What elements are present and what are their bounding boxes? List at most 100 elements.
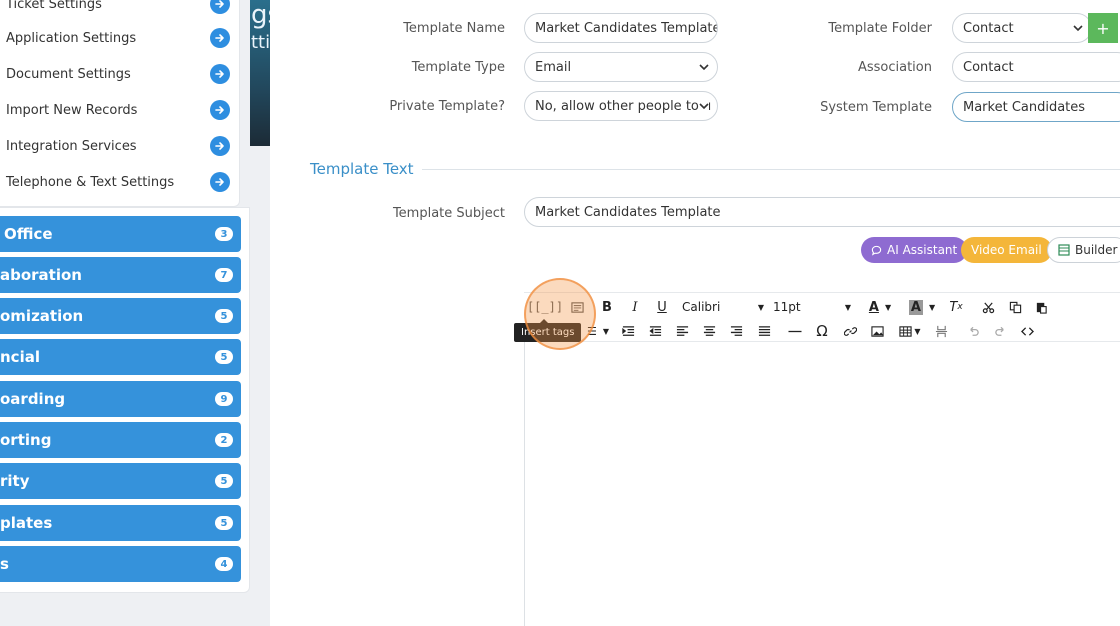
setting-item-ticket[interactable]: Ticket Settings bbox=[6, 0, 230, 16]
sidebar: Ticket Settings Application Settings Doc… bbox=[0, 0, 250, 626]
indent-icon[interactable] bbox=[619, 322, 637, 340]
copy-icon[interactable] bbox=[1006, 298, 1024, 316]
private-template-value: No, allow other people to u bbox=[535, 98, 712, 114]
plus-icon: + bbox=[1096, 18, 1110, 38]
outdent-icon[interactable] bbox=[646, 322, 664, 340]
special-character-icon[interactable]: Ω bbox=[813, 322, 831, 340]
builder-label: Builder bbox=[1075, 243, 1118, 257]
caret-down-icon: ▼ bbox=[928, 302, 936, 312]
category-onboarding[interactable]: oarding 9 bbox=[0, 381, 241, 417]
category-label: Office bbox=[4, 225, 53, 243]
category-customization[interactable]: omization 5 bbox=[0, 298, 241, 334]
association-input[interactable]: Contact bbox=[952, 52, 1120, 82]
setting-label: Integration Services bbox=[6, 138, 137, 154]
template-folder-value: Contact bbox=[963, 20, 1014, 36]
page-break-icon[interactable] bbox=[932, 322, 950, 340]
category-templates[interactable]: plates 5 bbox=[0, 505, 241, 541]
caret-down-icon: ▼ bbox=[844, 302, 851, 312]
association-value: Contact bbox=[963, 59, 1014, 75]
association-label: Association bbox=[857, 60, 932, 75]
category-label: aboration bbox=[0, 266, 82, 284]
template-subject-input[interactable]: Market Candidates Template bbox=[524, 197, 1120, 227]
system-template-value: Market Candidates bbox=[963, 99, 1086, 115]
setting-item-document[interactable]: Document Settings bbox=[6, 62, 230, 86]
count-badge: 5 bbox=[215, 350, 233, 364]
count-badge: 7 bbox=[215, 268, 233, 282]
category-reporting[interactable]: orting 2 bbox=[0, 422, 241, 458]
highlight-color-icon: A bbox=[908, 299, 923, 315]
table-icon[interactable]: ▼ bbox=[897, 322, 923, 340]
ai-assistant-label: AI Assistant bbox=[887, 243, 958, 257]
link-icon[interactable] bbox=[841, 322, 859, 340]
font-family-value: Calibri bbox=[682, 300, 721, 314]
category-label: rity bbox=[0, 472, 30, 490]
private-template-select[interactable]: No, allow other people to u bbox=[524, 91, 718, 121]
category-security[interactable]: rity 5 bbox=[0, 463, 241, 499]
source-code-icon[interactable] bbox=[1018, 322, 1036, 340]
template-name-input[interactable]: Market Candidates Template bbox=[524, 13, 718, 43]
count-badge: 3 bbox=[215, 227, 233, 241]
bold-icon[interactable]: B bbox=[599, 298, 615, 316]
editor-left-border bbox=[524, 340, 525, 626]
align-justify-icon[interactable] bbox=[755, 322, 773, 340]
system-template-label: System Template bbox=[820, 100, 932, 115]
italic-icon[interactable]: I bbox=[627, 298, 643, 316]
hero-title: gs bbox=[251, 0, 270, 30]
category-office[interactable]: Office 3 bbox=[0, 216, 241, 252]
count-badge: 5 bbox=[215, 516, 233, 530]
category-label: omization bbox=[0, 307, 84, 325]
clear-formatting-icon[interactable]: Tx bbox=[947, 298, 965, 316]
template-name-label: Template Name bbox=[403, 21, 505, 36]
editor-top-border bbox=[524, 292, 1120, 293]
arrow-right-icon[interactable] bbox=[210, 100, 230, 120]
setting-item-integration[interactable]: Integration Services bbox=[6, 134, 230, 158]
count-badge: 2 bbox=[215, 433, 233, 447]
template-type-select[interactable]: Email bbox=[524, 52, 718, 82]
category-label: orting bbox=[0, 431, 52, 449]
font-size-select[interactable]: 11pt ▼ bbox=[773, 298, 851, 316]
system-template-input[interactable]: Market Candidates bbox=[952, 92, 1120, 122]
undo-icon[interactable] bbox=[964, 322, 982, 340]
video-email-button[interactable]: Video Email bbox=[961, 237, 1052, 263]
category-tools[interactable]: s 4 bbox=[0, 546, 241, 582]
private-template-label: Private Template? bbox=[389, 99, 505, 114]
section-divider bbox=[422, 169, 1120, 170]
align-center-icon[interactable] bbox=[700, 322, 718, 340]
cut-icon[interactable] bbox=[979, 298, 997, 316]
editor-toolbar-border bbox=[524, 341, 1120, 342]
template-folder-label: Template Folder bbox=[828, 21, 932, 36]
ai-assistant-button[interactable]: AI Assistant bbox=[861, 237, 968, 263]
setting-item-import[interactable]: Import New Records bbox=[6, 98, 230, 122]
underline-icon[interactable]: U bbox=[654, 298, 670, 316]
setting-item-telephone[interactable]: Telephone & Text Settings bbox=[6, 170, 230, 194]
video-email-label: Video Email bbox=[971, 243, 1042, 257]
image-icon[interactable] bbox=[868, 322, 886, 340]
chat-icon bbox=[871, 245, 882, 256]
setting-item-application[interactable]: Application Settings bbox=[6, 26, 230, 50]
setting-label: Import New Records bbox=[6, 102, 138, 118]
hero-banner: gs tti bbox=[250, 0, 270, 146]
chevron-down-icon bbox=[699, 64, 709, 71]
arrow-right-icon[interactable] bbox=[210, 172, 230, 192]
category-financial[interactable]: ncial 5 bbox=[0, 339, 241, 375]
caret-down-icon: ▼ bbox=[884, 302, 892, 312]
align-right-icon[interactable] bbox=[727, 322, 745, 340]
redo-icon[interactable] bbox=[991, 322, 1009, 340]
horizontal-line-icon[interactable] bbox=[786, 322, 804, 340]
arrow-right-icon[interactable] bbox=[210, 136, 230, 156]
chevron-down-icon bbox=[699, 101, 709, 111]
font-family-select[interactable]: Calibri ▼ bbox=[682, 298, 764, 316]
builder-button[interactable]: Builder bbox=[1047, 237, 1120, 263]
arrow-right-icon[interactable] bbox=[210, 0, 230, 14]
arrow-right-icon[interactable] bbox=[210, 64, 230, 84]
add-folder-button[interactable]: + bbox=[1088, 13, 1118, 43]
text-color-button[interactable]: A ▼ bbox=[865, 298, 895, 316]
align-left-icon[interactable] bbox=[673, 322, 691, 340]
paste-icon[interactable] bbox=[1032, 298, 1050, 316]
category-collaboration[interactable]: aboration 7 bbox=[0, 257, 241, 293]
template-folder-select[interactable]: Contact bbox=[952, 13, 1092, 43]
template-type-value: Email bbox=[535, 59, 572, 75]
background-color-button[interactable]: A ▼ bbox=[906, 298, 938, 316]
arrow-right-icon[interactable] bbox=[210, 28, 230, 48]
template-name-value: Market Candidates Template bbox=[535, 20, 718, 36]
